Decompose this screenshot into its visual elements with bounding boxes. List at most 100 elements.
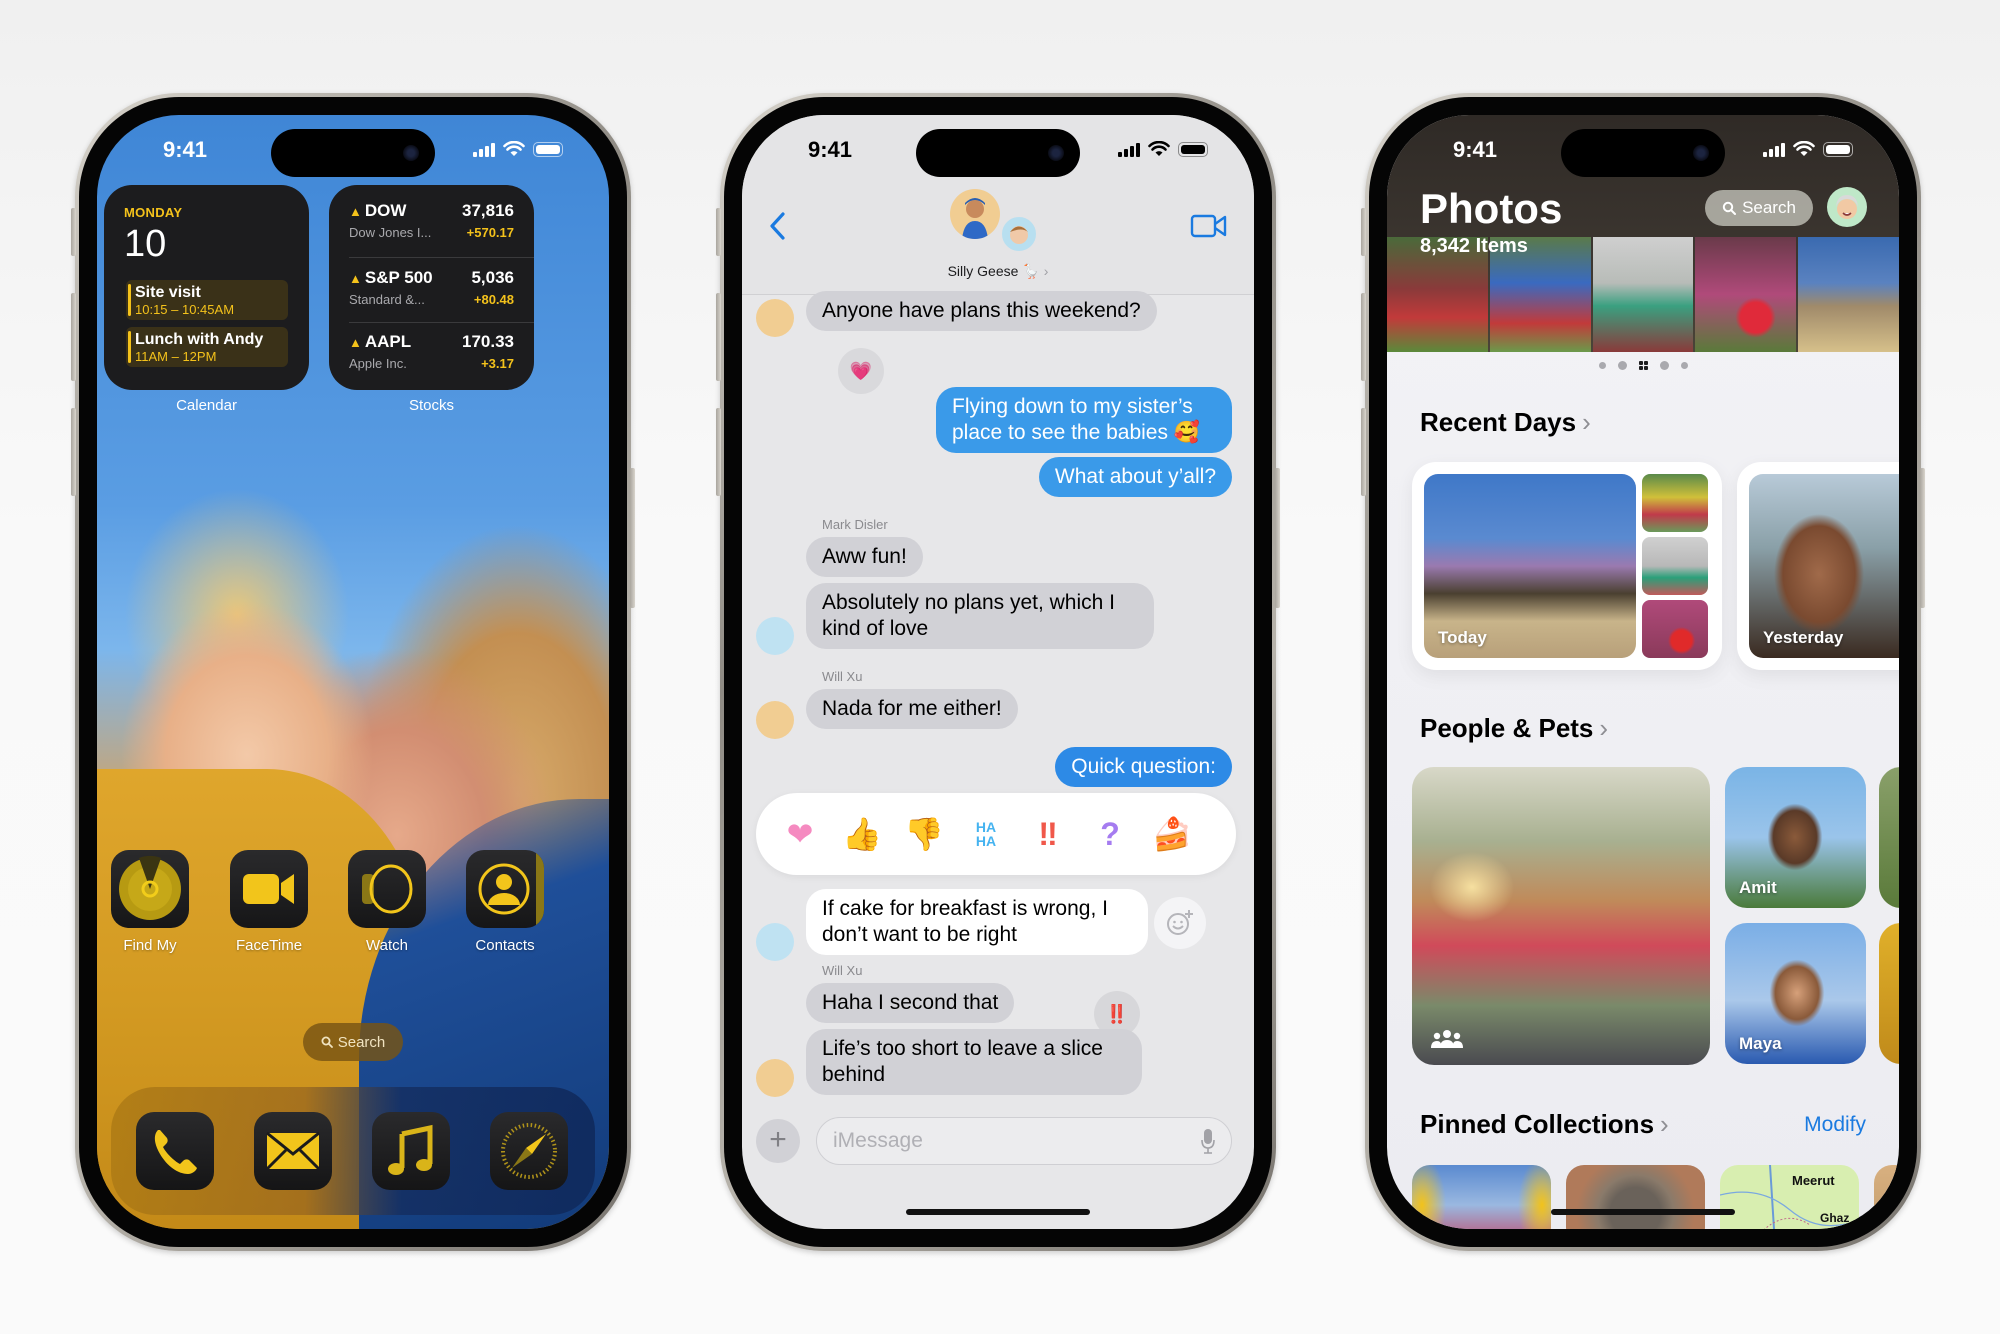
add-reaction-button[interactable] [1154, 897, 1206, 949]
photo-thumbnail[interactable] [1695, 237, 1797, 352]
stock-name: Apple Inc. [349, 356, 407, 371]
section-pinned-collections[interactable]: Pinned Collections › [1420, 1109, 1669, 1140]
photo-thumbnail[interactable] [1592, 237, 1694, 352]
page-dot[interactable] [1659, 361, 1669, 370]
page-dot[interactable] [1598, 362, 1606, 369]
person-tile[interactable] [1879, 767, 1899, 908]
photo-thumbnail[interactable] [1642, 537, 1708, 595]
message-bubble[interactable]: Life’s too short to leave a slice behind [806, 1029, 1142, 1095]
stock-row[interactable]: AAPL Apple Inc. 170.33 +3.17 [349, 324, 514, 384]
front-camera [403, 145, 419, 161]
reaction-thumbs-down[interactable]: 👎 [904, 815, 944, 853]
stock-row[interactable]: S&P 500 Standard &... 5,036 +80.48 [349, 260, 514, 320]
dock-app-safari[interactable] [490, 1112, 568, 1190]
dynamic-island [916, 129, 1080, 177]
modify-button[interactable]: Modify [1804, 1113, 1866, 1137]
avatar[interactable] [756, 701, 794, 739]
message-bubble[interactable]: Aww fun! [806, 537, 923, 577]
reaction-picker: ❤ 👍 👎 HA HA ‼ ? 🍰 [756, 793, 1236, 875]
microphone-icon[interactable] [1201, 1129, 1215, 1155]
contact-icon [466, 850, 544, 928]
video-camera-icon [230, 850, 308, 928]
stocks-widget[interactable]: DOW Dow Jones I... 37,816 +570.17 S&P 50… [329, 185, 534, 390]
dock-app-phone[interactable] [136, 1112, 214, 1190]
people-group-tile[interactable] [1412, 767, 1710, 1065]
video-call-icon[interactable] [1190, 213, 1228, 239]
message-bubble-selected[interactable]: If cake for breakfast is wrong, I don’t … [806, 889, 1148, 955]
phone-home-screen: 9:41 MONDAY 10 Site visit 10:15 – 10:45A… [71, 93, 635, 1251]
home-search-button[interactable]: Search [303, 1023, 403, 1061]
photos-search-button[interactable]: Search [1705, 190, 1813, 226]
avatar[interactable] [756, 617, 794, 655]
collection-map-tile[interactable]: Meerut Ghaz [1720, 1165, 1859, 1229]
home-indicator[interactable] [1551, 1209, 1735, 1215]
stock-change: +3.17 [481, 356, 514, 371]
person-tile-maya[interactable]: Maya [1725, 923, 1866, 1064]
dock-app-music[interactable] [372, 1112, 450, 1190]
battery-icon [533, 141, 563, 157]
calendar-event[interactable]: Lunch with Andy 11AM – 12PM [126, 327, 288, 367]
reaction-exclamation[interactable]: ‼ [1028, 816, 1068, 853]
home-indicator[interactable] [906, 1209, 1090, 1215]
message-bubble[interactable]: Absolutely no plans yet, which I kind of… [806, 583, 1154, 649]
reaction-cake[interactable]: 🍰 [1152, 815, 1192, 853]
reaction-heart[interactable]: ❤ [780, 815, 820, 853]
photo-today-main[interactable]: Today [1424, 474, 1636, 658]
message-bubble[interactable]: Quick question: [1055, 747, 1232, 787]
dock [111, 1087, 595, 1215]
dock-app-mail[interactable] [254, 1112, 332, 1190]
collection-tile[interactable] [1412, 1165, 1551, 1229]
collection-tile[interactable] [1874, 1165, 1899, 1229]
collection-tile[interactable] [1566, 1165, 1705, 1229]
imessage-input[interactable]: iMessage [816, 1117, 1232, 1165]
page-indicator[interactable] [1387, 361, 1899, 370]
group-avatar-will[interactable] [950, 189, 1000, 239]
reaction-haha[interactable]: HA HA [966, 820, 1006, 848]
message-bubble[interactable]: Haha I second that [806, 983, 1015, 1023]
person-tile[interactable] [1879, 923, 1899, 1064]
page-dot[interactable] [1617, 361, 1627, 370]
message-bubble[interactable]: What about y’all? [1038, 457, 1232, 497]
reaction-question[interactable]: ? [1090, 816, 1130, 853]
message-bubble[interactable]: Nada for me either! [806, 689, 1018, 729]
section-people-pets[interactable]: People & Pets › [1420, 713, 1608, 744]
phone-messages: Silly Geese 🪿 › 9:41 Anyone have plans th… [716, 93, 1280, 1251]
person-tile-amit[interactable]: Amit [1725, 767, 1866, 908]
calendar-event[interactable]: Site visit 10:15 – 10:45AM [126, 280, 288, 320]
app-find-my[interactable]: Find My [110, 850, 190, 954]
group-avatar-mark[interactable] [1000, 215, 1038, 253]
volume-down-button [1361, 408, 1366, 496]
app-contacts[interactable]: Contacts [465, 850, 545, 954]
photo-thumbnail[interactable] [1642, 600, 1708, 658]
app-watch[interactable]: Watch [347, 850, 427, 954]
photo-yesterday[interactable]: Yesterday [1749, 474, 1899, 658]
photo-thumbnail[interactable] [1798, 237, 1899, 352]
stock-row[interactable]: DOW Dow Jones I... 37,816 +570.17 [349, 193, 514, 253]
search-label: Search [337, 1033, 386, 1051]
calendar-widget[interactable]: MONDAY 10 Site visit 10:15 – 10:45AM Lun… [104, 185, 309, 390]
avatar[interactable] [756, 1059, 794, 1097]
reaction-thumbs-up[interactable]: 👍 [842, 815, 882, 853]
section-recent-days[interactable]: Recent Days › [1420, 407, 1591, 438]
plus-button[interactable]: + [756, 1119, 800, 1163]
grid-page-icon[interactable] [1638, 361, 1648, 370]
message-bubble[interactable]: Flying down to my sister’s place to see … [936, 387, 1232, 453]
recent-day-card-yesterday[interactable]: Yesterday [1737, 462, 1899, 670]
back-chevron-icon[interactable] [766, 211, 790, 241]
message-bubble[interactable]: Anyone have plans this weekend? [806, 291, 1157, 331]
avatar[interactable] [756, 299, 794, 337]
account-avatar[interactable] [1827, 187, 1867, 227]
recent-day-card-today[interactable]: Today [1412, 462, 1722, 670]
chevron-right-icon: › [1582, 407, 1591, 437]
photo-thumbnail[interactable] [1642, 474, 1708, 532]
event-title: Lunch with Andy [135, 331, 264, 348]
event-title: Site visit [135, 284, 201, 301]
avatar[interactable] [756, 923, 794, 961]
side-button [1920, 468, 1925, 608]
person-name: Amit [1739, 878, 1777, 897]
page-dot[interactable] [1680, 362, 1688, 369]
app-facetime[interactable]: FaceTime [229, 850, 309, 954]
sender-name: Will Xu [822, 963, 863, 978]
group-name-button[interactable]: Silly Geese 🪿 › [742, 263, 1254, 280]
input-placeholder: iMessage [833, 1129, 923, 1152]
